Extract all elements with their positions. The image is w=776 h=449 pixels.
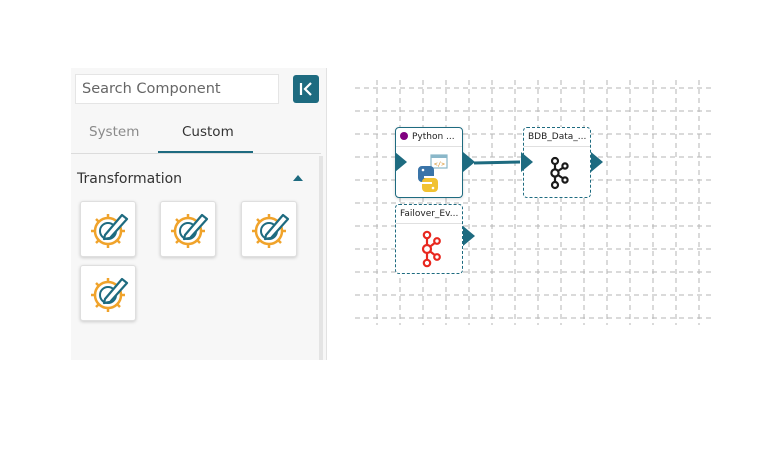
python-script-icon: </> (418, 154, 448, 192)
component-panel: System Custom Transformation (71, 68, 327, 360)
section-title: Transformation (77, 171, 183, 187)
node-status-indicator (400, 132, 408, 140)
python-node-input-port[interactable] (395, 152, 407, 172)
node-divider (524, 146, 590, 147)
bdb-data-node-input-port[interactable] (521, 152, 533, 172)
component-tile[interactable] (241, 201, 297, 257)
collapse-left-icon (299, 82, 312, 96)
bdb-data-node[interactable]: BDB_Data_... (523, 127, 591, 198)
node-title-text: Python ... (412, 132, 455, 142)
failover-node-output-port[interactable] (463, 226, 475, 246)
kafka-icon-red (421, 230, 441, 268)
component-tile[interactable] (80, 265, 136, 321)
pipeline-connection[interactable] (473, 160, 521, 165)
transformation-gear-pencil-icon (91, 213, 129, 248)
active-tab-indicator (158, 151, 253, 153)
kafka-icon (550, 156, 569, 190)
collapse-panel-button[interactable] (293, 75, 319, 103)
node-divider (396, 223, 462, 224)
transformation-gear-pencil-icon (171, 213, 209, 248)
search-box (75, 74, 279, 104)
component-tile[interactable] (80, 201, 136, 257)
node-title-bdb-data: BDB_Data_... (528, 132, 587, 142)
component-tabs: System Custom (71, 108, 321, 154)
tab-system[interactable]: System (89, 124, 139, 140)
tab-custom[interactable]: Custom (182, 124, 234, 140)
bdb-data-node-output-port[interactable] (591, 152, 603, 172)
panel-scrollbar[interactable] (319, 156, 323, 360)
search-input[interactable] (76, 75, 278, 103)
canvas-grid (355, 80, 711, 325)
svg-text:</>: </> (434, 161, 445, 168)
pipeline-canvas[interactable]: Python ... </> BDB_Data_... Failover_Ev.… (355, 80, 711, 325)
failover-event-node[interactable]: Failover_Ev... (395, 204, 463, 274)
python-node-output-port[interactable] (463, 152, 475, 172)
node-divider (396, 146, 462, 147)
transformation-gear-pencil-icon (91, 277, 129, 312)
transformation-gear-pencil-icon (252, 213, 290, 248)
node-title-failover: Failover_Ev... (400, 209, 459, 219)
collapse-section-icon[interactable] (293, 175, 303, 181)
component-tile[interactable] (160, 201, 216, 257)
node-title-python: Python ... (400, 132, 455, 142)
